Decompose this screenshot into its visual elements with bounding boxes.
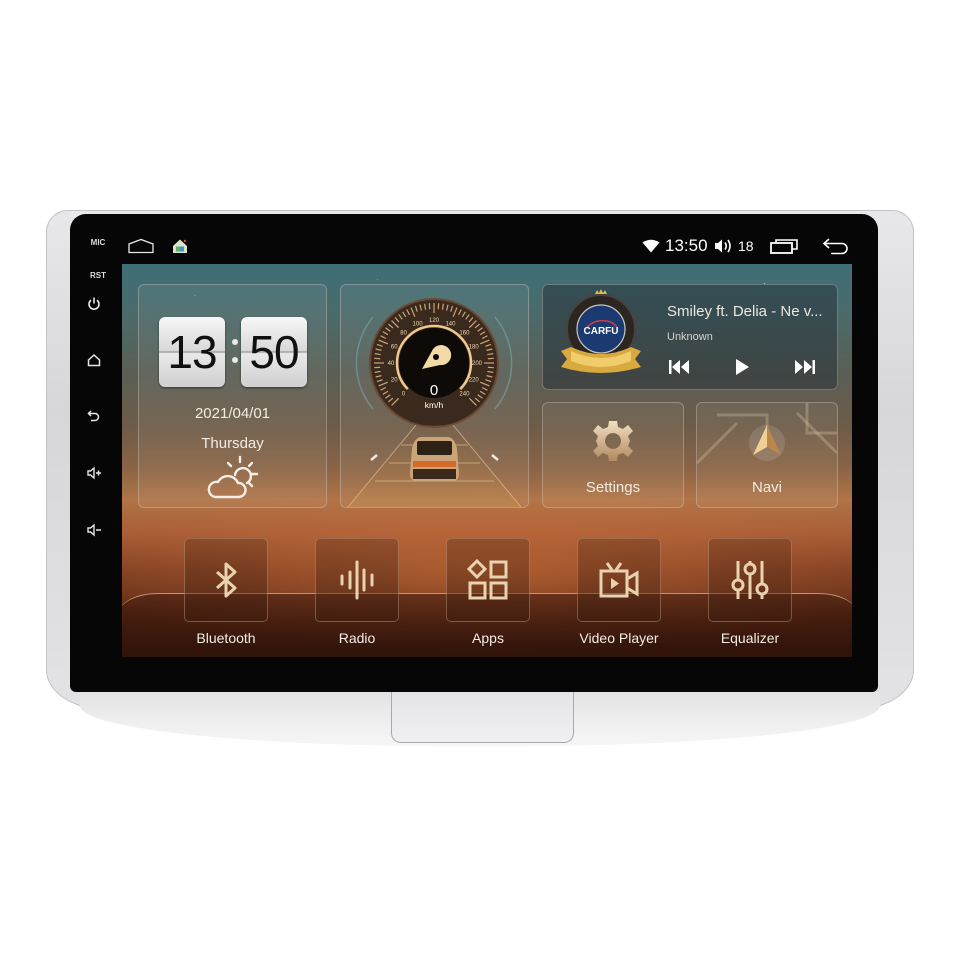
car-icon: [410, 437, 459, 481]
gauge-scale-label: 220: [469, 377, 480, 383]
volume-level: 18: [738, 238, 754, 254]
gauge-scale-label: 180: [469, 345, 480, 351]
speed-value: 0: [430, 382, 438, 399]
wifi-icon: [642, 239, 660, 253]
gear-icon: [593, 421, 633, 461]
dock-video-player-box: [577, 538, 661, 622]
volume-down-icon: [87, 523, 101, 537]
speed-unit: km/h: [425, 400, 444, 410]
bezel-bottom-tab: [391, 690, 574, 743]
bluetooth-icon: [216, 562, 237, 598]
launcher-house-icon: [173, 239, 187, 253]
dock-equalizer-box: [708, 538, 792, 622]
gauge-scale-label: 20: [391, 377, 398, 383]
navi-label: Navi: [751, 479, 782, 496]
dock-video-player-label: Video Player: [579, 630, 659, 646]
radio-waves-icon: [340, 560, 374, 600]
settings-tile[interactable]: Settings: [542, 402, 684, 508]
dock-equalizer-label: Equalizer: [720, 630, 780, 646]
navigation-arrow-icon: [753, 425, 781, 455]
recent-apps-icon: [770, 239, 798, 254]
gauge-scale-label: 160: [459, 331, 470, 337]
weekday-text: Thursday: [201, 435, 264, 452]
statusbar-home-button[interactable]: [128, 228, 154, 264]
dock-radio-label: Radio: [338, 630, 376, 646]
previous-icon: [669, 360, 689, 374]
clock-colon: [232, 339, 238, 369]
partly-cloudy-icon: [207, 455, 259, 499]
logo-text: CARFU: [584, 326, 619, 337]
volume-status[interactable]: [713, 228, 735, 264]
dock-bluetooth-label: Bluetooth: [196, 630, 256, 646]
home-icon: [87, 353, 101, 367]
power-icon: [88, 297, 100, 310]
back-arrow-icon: [822, 238, 848, 255]
gauge-scale-label: 140: [445, 321, 456, 327]
speaker-icon: [715, 239, 731, 253]
carfu-logo: CARFU: [561, 289, 641, 373]
music-widget[interactable]: CARFU Smiley ft. Delia - Ne v... Unknown: [542, 284, 838, 390]
side-power-button[interactable]: [82, 292, 106, 316]
dock-radio-box: [315, 538, 399, 622]
dock-apps-label: Apps: [472, 630, 504, 646]
track-title: Smiley ft. Delia - Ne v...: [667, 303, 823, 320]
wifi-status: [642, 228, 660, 264]
track-artist: Unknown: [667, 331, 713, 343]
next-button[interactable]: [793, 355, 817, 379]
settings-label: Settings: [585, 479, 641, 496]
reset-label[interactable]: RST: [86, 271, 110, 280]
road-graphic: [347, 425, 522, 507]
volume-up-icon: [87, 466, 101, 480]
video-player-icon: [599, 562, 639, 598]
dock-radio[interactable]: Radio: [315, 538, 399, 657]
apps-grid-icon: [466, 558, 508, 600]
gauge-scale-label: 40: [388, 361, 395, 367]
dock-bluetooth[interactable]: Bluetooth: [184, 538, 268, 657]
next-icon: [795, 360, 815, 374]
home-screen: 13 50 2021/04/01 Thursday 0 20 40 60 80 100 12…: [122, 264, 852, 657]
dock-apps-box: [446, 538, 530, 622]
gauge-scale-label: 200: [472, 361, 483, 367]
speed-widget[interactable]: 0 20 40 60 80 100 120 140 160 180 200 220 240 0 km/h: [340, 284, 529, 508]
speed-pointer-hole: [433, 354, 439, 360]
dock-equalizer[interactable]: Equalizer: [708, 538, 792, 657]
side-volume-down-button[interactable]: [82, 518, 106, 542]
clock-hours: 13: [159, 317, 225, 387]
play-icon: [736, 359, 749, 375]
side-volume-up-button[interactable]: [82, 461, 106, 485]
mic-label: MIC: [90, 238, 106, 247]
gauge-scale-label: 120: [429, 318, 440, 324]
clock-minutes: 50: [241, 317, 307, 387]
gauge-scale-label: 80: [400, 331, 407, 337]
date-text: 2021/04/01: [194, 405, 271, 422]
speedometer-gauge: 0204060801001201401601802002202400km/h: [355, 298, 513, 428]
gauge-scale-label: 100: [413, 321, 424, 327]
statusbar-launcher-button[interactable]: [172, 228, 188, 264]
dock-apps[interactable]: Apps: [446, 538, 530, 657]
back-icon: [87, 410, 100, 422]
dock-bluetooth-box: [184, 538, 268, 622]
clock-widget[interactable]: 13 50 2021/04/01 Thursday: [138, 284, 327, 508]
navi-tile[interactable]: Navi: [696, 402, 838, 508]
side-back-button[interactable]: [82, 404, 106, 428]
home-outline-icon: [128, 238, 154, 254]
equalizer-icon: [731, 561, 769, 599]
status-time: 13:50: [665, 236, 708, 255]
dock-video-player[interactable]: Video Player: [577, 538, 661, 657]
play-button[interactable]: [730, 355, 754, 379]
previous-button[interactable]: [667, 355, 691, 379]
nav-back-button[interactable]: [822, 228, 850, 264]
side-home-button[interactable]: [82, 348, 106, 372]
gauge-scale-label: 240: [459, 391, 470, 397]
status-bar: 13:50 18: [122, 228, 852, 264]
recent-apps-button[interactable]: [770, 228, 798, 264]
gauge-scale-label: 60: [391, 345, 398, 351]
